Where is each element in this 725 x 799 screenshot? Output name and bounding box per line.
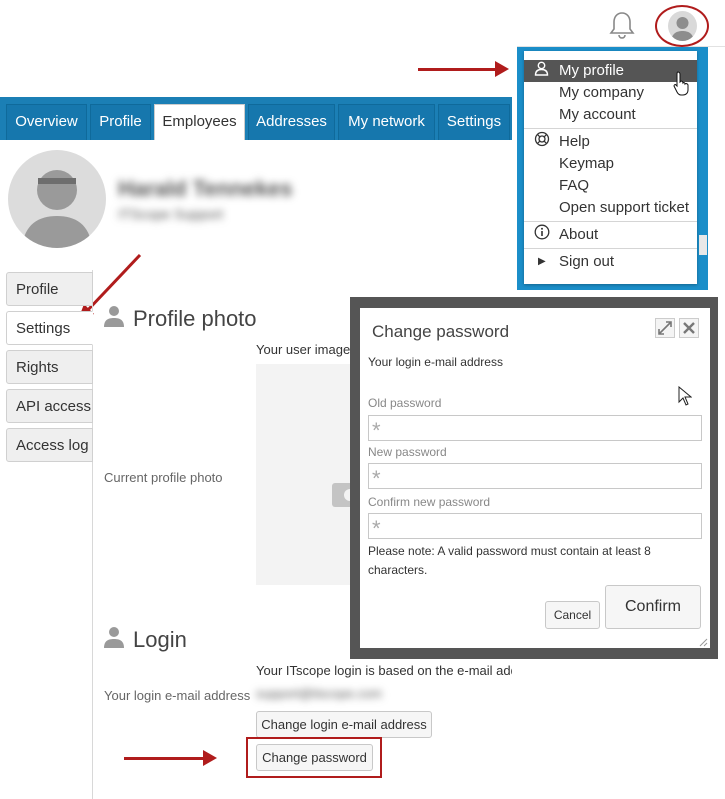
menu-item-label: Keymap [559, 155, 615, 172]
annotation-arrow [124, 757, 206, 760]
change-email-button[interactable]: Change login e-mail address [256, 711, 432, 738]
menu-item-label: Sign out [559, 253, 615, 270]
tab-label: Profile [99, 113, 142, 130]
side-nav-label: Settings [16, 320, 71, 337]
menu-item-label: Open support ticket [559, 199, 690, 216]
dialog-email-label: Your login e-mail address [368, 355, 503, 369]
avatar [668, 11, 697, 41]
person-icon [104, 626, 124, 653]
lifebuoy-icon [534, 131, 550, 153]
side-nav-label: Rights [16, 359, 59, 376]
cursor-arrow-icon [678, 385, 693, 411]
new-password-label: New password [368, 445, 447, 459]
side-nav-label: Profile [16, 281, 59, 298]
side-nav-profile[interactable]: Profile [6, 272, 93, 306]
tab-label: My network [348, 113, 425, 130]
menu-divider [524, 128, 697, 129]
menu-item-label: My account [559, 106, 636, 123]
main-tabs: Overview Profile Employees Addresses My … [0, 97, 512, 140]
info-icon [534, 224, 550, 246]
annotation-arrow-head [495, 61, 509, 77]
tab-overview[interactable]: Overview [6, 104, 87, 140]
menu-item-keymap[interactable]: Keymap [524, 153, 697, 175]
password-note: Please note: A valid password must conta… [368, 544, 651, 577]
menu-item-my-account[interactable]: My account [524, 104, 697, 126]
menu-item-label: My company [559, 84, 645, 101]
side-nav-rights[interactable]: Rights [6, 350, 93, 384]
scrollbar[interactable] [699, 235, 707, 255]
menu-item-label: Help [559, 133, 590, 150]
old-password-label: Old password [368, 396, 442, 410]
login-title: Login [133, 627, 187, 652]
menu-item-about[interactable]: About [524, 224, 697, 246]
maximize-button[interactable] [655, 318, 675, 338]
menu-item-open-support-ticket[interactable]: Open support ticket [524, 197, 697, 219]
confirm-button[interactable]: Confirm [605, 585, 701, 629]
tab-addresses[interactable]: Addresses [248, 104, 335, 140]
side-nav-api-access[interactable]: API access [6, 389, 93, 423]
triangle-right-icon: ▶ [538, 256, 546, 267]
tab-profile[interactable]: Profile [90, 104, 151, 140]
side-nav-access-log[interactable]: Access log [6, 428, 93, 462]
login-info-text: Your ITscope login is based on the e-mai… [256, 663, 512, 678]
person-icon [104, 305, 124, 332]
expand-icon [656, 321, 674, 341]
tab-label: Employees [162, 113, 237, 130]
login-email-value: support@itscope.com [256, 686, 382, 701]
resize-handle-icon[interactable] [698, 634, 708, 652]
old-password-input[interactable]: * [368, 415, 702, 443]
profile-name: Harald Tennekes [118, 176, 293, 201]
menu-item-label: About [559, 226, 599, 243]
tab-employees[interactable]: Employees [154, 104, 245, 140]
bell-icon[interactable] [609, 10, 635, 45]
annotation-arrow [418, 68, 498, 71]
change-password-button[interactable]: Change password [256, 744, 373, 771]
close-button[interactable] [679, 318, 699, 338]
required-marker: * [372, 466, 381, 491]
close-icon [680, 322, 698, 341]
required-marker: * [372, 418, 381, 443]
menu-divider [524, 248, 697, 249]
required-marker: * [372, 516, 381, 541]
user-image-label: Your user image [256, 342, 351, 357]
menu-divider [524, 221, 697, 222]
annotation-arrow-head [203, 750, 217, 766]
new-password-input[interactable]: * [368, 463, 702, 491]
tab-label: Addresses [256, 113, 327, 130]
menu-item-sign-out[interactable]: ▶ Sign out [524, 251, 697, 273]
confirm-password-input[interactable]: * [368, 513, 702, 541]
menu-item-help[interactable]: Help [524, 131, 697, 153]
profile-subtitle: ITScope Support [118, 206, 224, 222]
cursor-hand-icon [672, 70, 692, 101]
side-nav-settings[interactable]: Settings [6, 311, 93, 345]
menu-item-label: FAQ [559, 177, 590, 194]
current-photo-label: Current profile photo [104, 470, 223, 485]
tab-my-network[interactable]: My network [338, 104, 435, 140]
profile-photo-title: Profile photo [133, 306, 257, 331]
header-bar [517, 0, 725, 47]
side-nav-label: Access log [16, 437, 89, 454]
menu-item-label: My profile [559, 62, 625, 79]
tab-settings[interactable]: Settings [438, 104, 510, 140]
user-avatar-button[interactable] [655, 5, 709, 47]
confirm-password-label: Confirm new password [368, 495, 491, 509]
login-email-label: Your login e-mail address [104, 688, 251, 703]
change-password-dialog: Change password Your login e-mail addres… [360, 308, 710, 648]
tab-label: Overview [15, 113, 78, 130]
cancel-button[interactable]: Cancel [545, 601, 600, 629]
dialog-title: Change password [372, 322, 510, 341]
menu-item-faq[interactable]: FAQ [524, 175, 697, 197]
side-nav-label: API access [16, 398, 92, 415]
user-icon [534, 60, 549, 82]
profile-avatar [8, 150, 106, 248]
user-menu: My profile My company My account Help Ke… [524, 51, 697, 284]
tab-label: Settings [446, 113, 502, 130]
